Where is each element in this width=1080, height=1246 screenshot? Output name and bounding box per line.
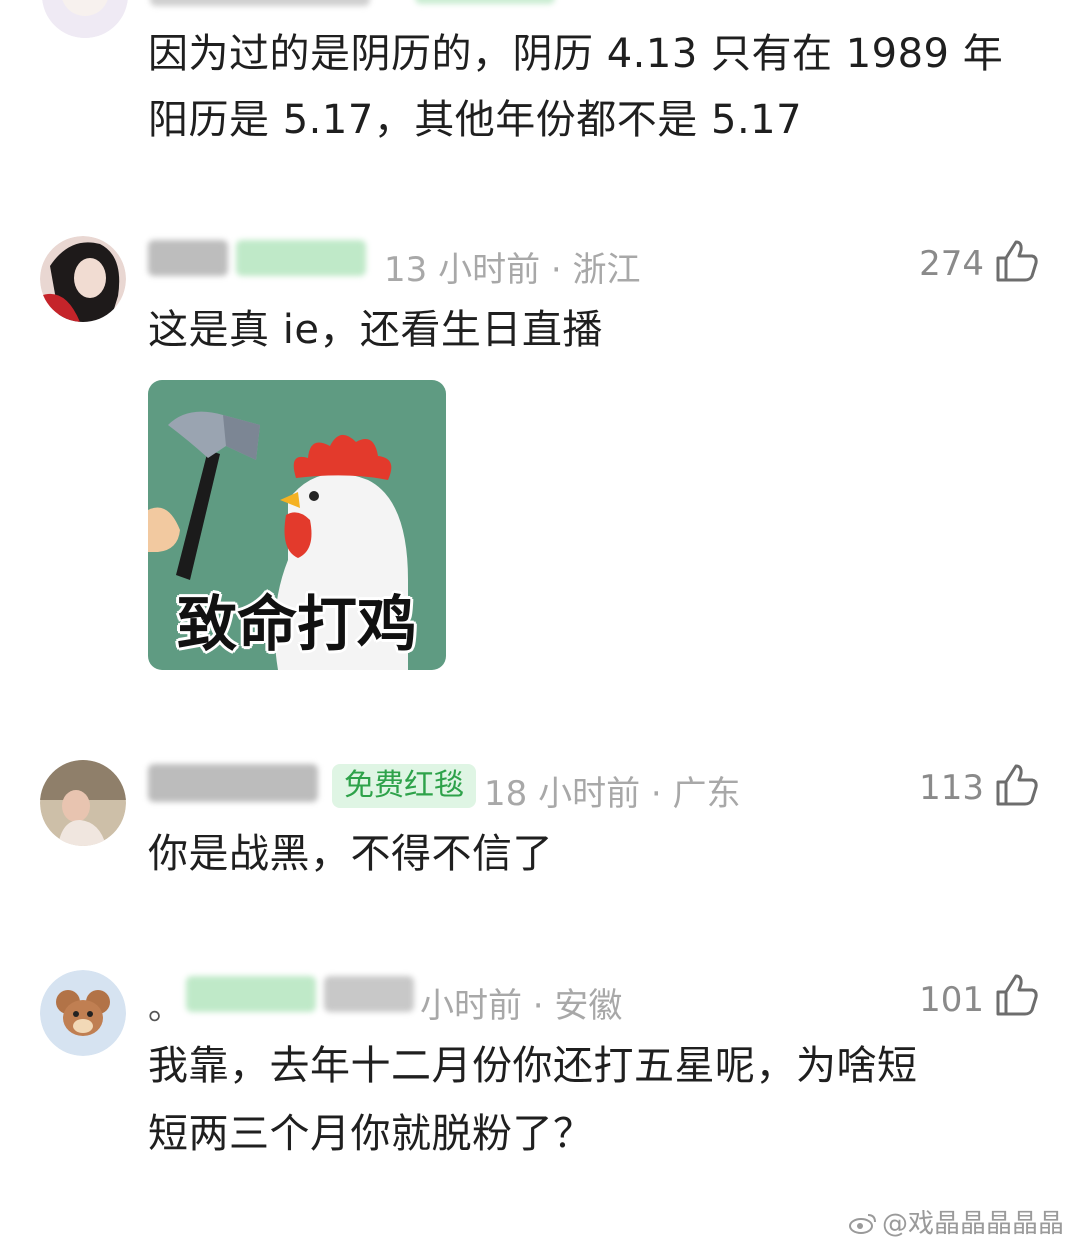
blurred-badge [415,0,555,4]
watermark: @戏晶晶晶晶晶 [848,1203,1064,1240]
sticker-caption: 致命打鸡 [177,590,417,660]
weibo-logo-icon [848,1214,876,1234]
comment-2-like-count: 274 [919,244,984,284]
comment-2-meta: 13 小时前 · 浙江 [384,250,641,290]
comment-2-text: 这是真 ie，还看生日直播 [148,307,603,353]
comment-3-like-count: 113 [919,768,984,808]
comment-1-line-2: 阳历是 5.17，其他年份都不是 5.17 [148,97,803,143]
avatar[interactable] [42,0,128,38]
blurred-username [150,0,370,6]
thumbs-up-icon[interactable] [994,762,1040,808]
thumbs-up-icon[interactable] [994,972,1040,1018]
blurred-username [148,240,228,276]
blurred-username [186,976,316,1012]
comment-4-meta: 小时前 · 安徽 [420,986,623,1026]
avatar[interactable] [40,970,126,1056]
comment-4-like-count: 101 [919,980,984,1020]
blurred-username [148,764,318,802]
sticker-image[interactable]: 致命打鸡 [148,380,446,670]
comment-4-name-prefix: 。 [148,988,182,1028]
comment-1-line-1: 因为过的是阴历的，阴历 4.13 只有在 1989 年 [148,31,1004,77]
comment-4-line-1: 我靠，去年十二月份你还打五星呢，为啥短 [148,1043,918,1089]
comment-3-meta: 18 小时前 · 广东 [484,774,741,814]
comment-3-text: 你是战黑，不得不信了 [148,831,553,877]
status-badge: 免费红毯 [332,764,476,808]
thumbs-up-icon[interactable] [994,238,1040,284]
blurred-username [324,976,414,1012]
comment-4-line-2: 短两三个月你就脱粉了？ [148,1111,594,1157]
blurred-username [236,240,366,276]
avatar[interactable] [40,760,126,846]
watermark-text: @戏晶晶晶晶晶 [881,1209,1064,1239]
avatar[interactable] [40,236,126,322]
